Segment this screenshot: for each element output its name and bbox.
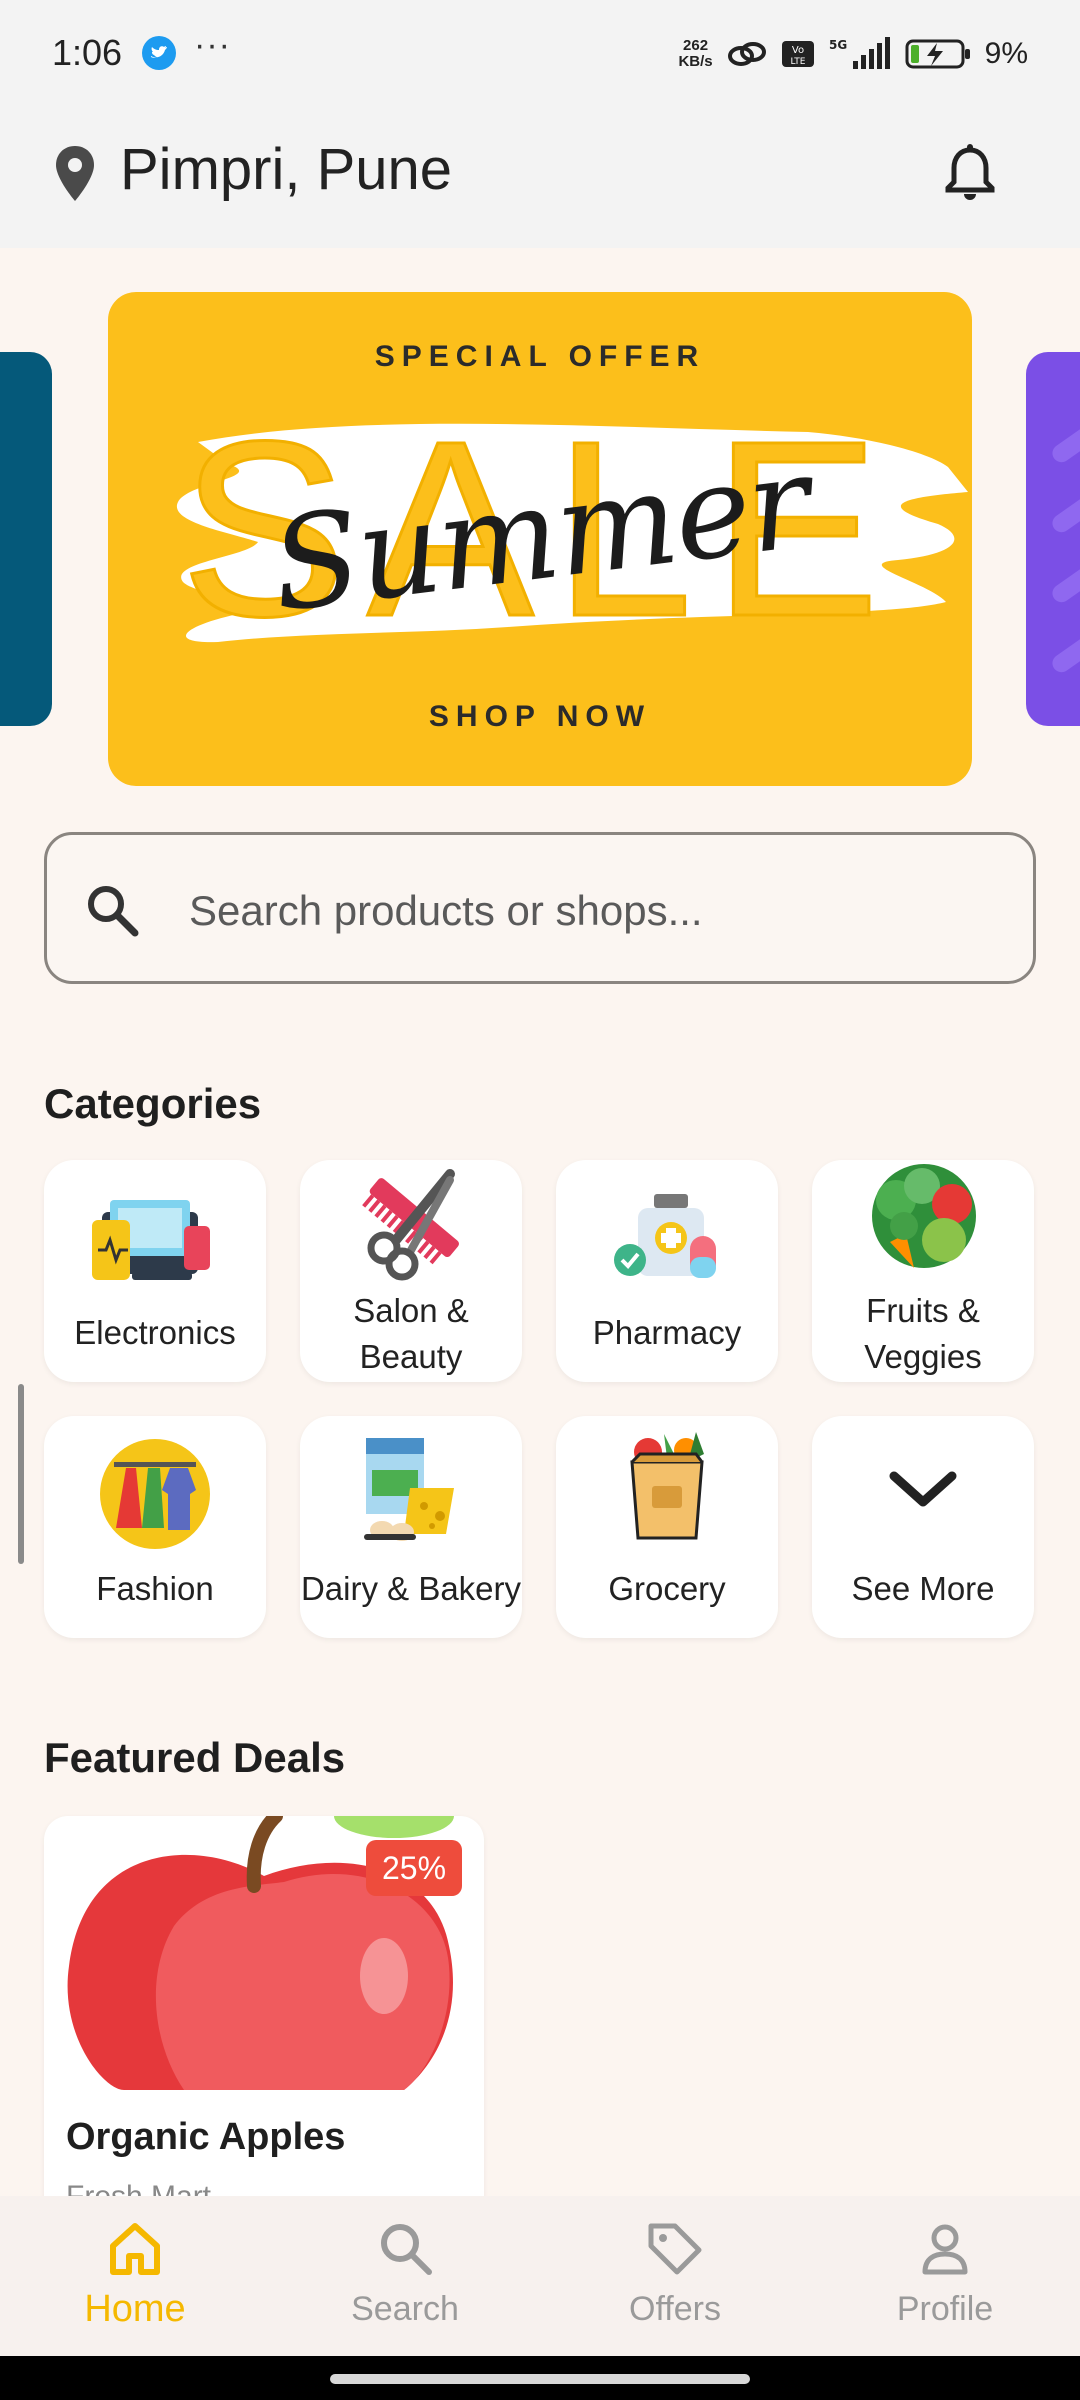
category-dairy-bakery[interactable]: Dairy & Bakery (300, 1416, 522, 1638)
svg-text:5G: 5G (829, 38, 847, 52)
category-see-more[interactable]: See More (812, 1416, 1034, 1638)
dairy-bakery-icon (364, 1438, 454, 1541)
more-notifications-icon: ··· (194, 26, 231, 64)
signal-5g-icon: 5G (829, 37, 890, 69)
twitter-notification-icon (142, 36, 176, 70)
search-icon (381, 2224, 432, 2275)
app-header: Pimpri, Pune (0, 100, 1080, 248)
search-bar[interactable] (44, 832, 1036, 984)
status-time: 1:06 (52, 32, 123, 73)
hotspot-link-icon (727, 42, 766, 66)
location-pin-icon[interactable] (52, 144, 98, 204)
category-label: Dairy & Bakery (300, 1570, 522, 1607)
tag-icon (648, 2223, 702, 2275)
nav-home-label: Home (84, 2288, 186, 2330)
status-bar: 1:06 ··· 262 KB/s Vo LTE 5G 9% (0, 0, 1080, 100)
category-label: Salon & Beauty (353, 1292, 469, 1375)
banner-top-text: SPECIAL OFFER (374, 340, 706, 373)
nav-offers-label: Offers (629, 2290, 721, 2328)
status-indicators: 262 KB/s Vo LTE 5G 9% (678, 34, 1028, 74)
nav-home[interactable]: Home (0, 2196, 270, 2356)
category-electronics[interactable]: Electronics (44, 1160, 266, 1382)
fashion-icon (100, 1439, 210, 1549)
scroll-indicator (18, 1384, 24, 1564)
chevron-down-icon (889, 1471, 957, 1507)
featured-deals-title: Featured Deals (44, 1734, 346, 1781)
promo-carousel[interactable]: SPECIAL OFFER SALE Summer SHOP NOW (0, 292, 1080, 788)
network-speed-unit: KB/s (678, 53, 713, 70)
notification-bell-icon[interactable] (942, 144, 998, 204)
category-label: Grocery (608, 1570, 726, 1607)
search-input[interactable] (189, 873, 989, 949)
category-label: See More (851, 1570, 995, 1607)
carousel-prev-slide[interactable] (0, 352, 52, 726)
nav-search-label: Search (351, 2290, 459, 2328)
nav-profile-label: Profile (896, 2290, 994, 2328)
nav-offers[interactable]: Offers (540, 2196, 810, 2356)
network-speed-value: 262 (683, 37, 709, 54)
current-location[interactable]: Pimpri, Pune (120, 136, 452, 203)
category-salon-beauty[interactable]: Salon & Beauty (300, 1160, 522, 1382)
category-label: Pharmacy (592, 1314, 742, 1351)
nav-search[interactable]: Search (270, 2196, 540, 2356)
battery-percent: 9% (984, 37, 1028, 70)
home-gesture-handle[interactable] (330, 2374, 750, 2384)
category-grocery[interactable]: Grocery (556, 1416, 778, 1638)
network-speed: 262 KB/s (678, 38, 712, 70)
search-icon (88, 886, 139, 937)
fruits-veggies-icon (872, 1164, 976, 1268)
bottom-navigation: Home Search Offers Profile (0, 2196, 1080, 2356)
categories-title: Categories (44, 1080, 262, 1127)
category-label: Fashion (96, 1570, 214, 1607)
home-icon (110, 2223, 160, 2275)
salon-beauty-icon (362, 1169, 459, 1281)
deal-title: Organic Apples (66, 2116, 346, 2158)
svg-text:Vo: Vo (792, 45, 804, 56)
nav-profile[interactable]: Profile (810, 2196, 1080, 2356)
system-gesture-bar (0, 2356, 1080, 2400)
summer-sale-banner[interactable]: SPECIAL OFFER SALE Summer SHOP NOW (108, 292, 972, 786)
battery-charging-icon (905, 39, 970, 69)
category-pharmacy[interactable]: Pharmacy (556, 1160, 778, 1382)
deal-card[interactable]: 25% Organic Apples Fresh Mart (44, 1816, 484, 2256)
pharmacy-icon (614, 1194, 716, 1278)
banner-shop-now[interactable]: SHOP NOW (108, 700, 972, 734)
profile-icon (922, 2224, 968, 2275)
discount-badge: 25% (366, 1840, 462, 1896)
category-fashion[interactable]: Fashion (44, 1416, 266, 1638)
carousel-next-slide[interactable] (1026, 352, 1080, 726)
category-label: Fruits & Veggies (864, 1292, 982, 1375)
category-fruits-veggies[interactable]: Fruits & Veggies (812, 1160, 1034, 1382)
volte-icon: VoLTE (781, 41, 814, 67)
electronics-icon (92, 1200, 210, 1280)
grocery-icon (630, 1432, 704, 1540)
category-label: Electronics (74, 1314, 236, 1351)
svg-text:LTE: LTE (790, 57, 805, 67)
